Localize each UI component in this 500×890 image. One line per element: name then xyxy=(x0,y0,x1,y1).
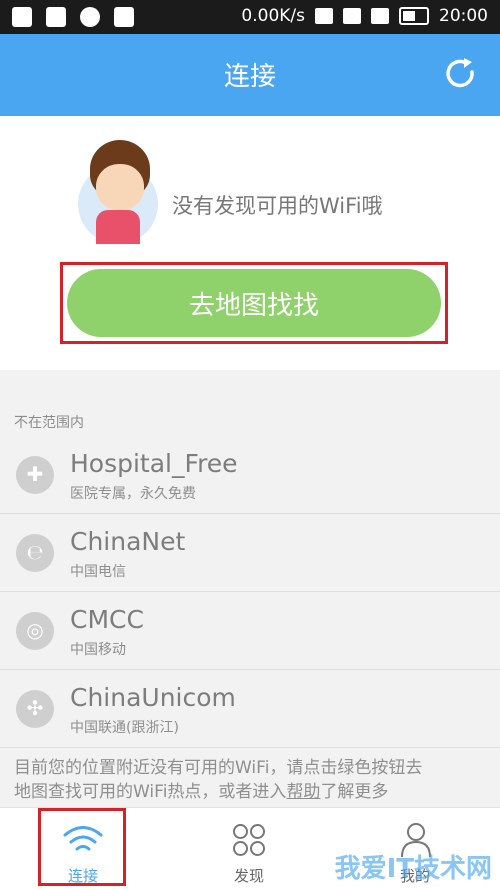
app-header: 连接 xyxy=(0,34,500,116)
cmcc-icon: ◎ xyxy=(16,612,54,650)
network-list: ✚ Hospital_Free 医院专属，永久免费 ℮ ChinaNet 中国电… xyxy=(0,436,500,748)
cell-signal-icon xyxy=(371,8,389,24)
refresh-icon[interactable] xyxy=(442,56,478,92)
battery-icon xyxy=(399,7,429,25)
tab-discover[interactable]: 发现 xyxy=(166,808,332,890)
wifi-status-icon xyxy=(343,8,361,24)
find-on-map-button[interactable]: 去地图找找 xyxy=(67,269,441,337)
confused-girl-illustration xyxy=(78,140,158,244)
network-desc: 中国联通(跟浙江) xyxy=(70,720,179,736)
info-text: 目前您的位置附近没有可用的WiFi，请点击绿色按钮去 地图查找可用的WiFi热点… xyxy=(14,756,490,804)
list-item[interactable]: ℮ ChinaNet 中国电信 xyxy=(0,514,500,592)
clock: 20:00 xyxy=(439,6,488,26)
chinanet-icon: ℮ xyxy=(16,534,54,572)
network-speed: 0.00K/s xyxy=(241,6,305,26)
status-bar: 0.00K/s 20:00 xyxy=(0,0,500,34)
watermark: 我爱IT技术网 xyxy=(334,854,492,884)
network-desc: 中国移动 xyxy=(70,642,126,658)
list-item[interactable]: ✚ Hospital_Free 医院专属，永久免费 xyxy=(0,436,500,514)
page-title: 连接 xyxy=(223,62,276,92)
chinaunicom-icon: ✣ xyxy=(16,690,54,728)
network-name: ChinaNet xyxy=(70,527,186,556)
download-icon xyxy=(114,7,134,27)
network-desc: 医院专属，永久免费 xyxy=(70,486,196,502)
grid-icon xyxy=(233,824,265,856)
highlight-box: 去地图找找 xyxy=(60,262,448,344)
network-name: Hospital_Free xyxy=(70,449,238,478)
gallery-icon xyxy=(12,7,32,27)
out-of-range-label: 不在范围内 xyxy=(14,415,84,431)
help-link[interactable]: 帮助 xyxy=(286,782,320,802)
no-wifi-message: 没有发现可用的WiFi哦 xyxy=(172,194,383,218)
info-line-2: 地图查找可用的WiFi热点，或者进入 xyxy=(14,782,287,802)
status-icons-left xyxy=(12,7,134,27)
hospital-icon: ✚ xyxy=(16,456,54,494)
network-name: ChinaUnicom xyxy=(70,683,236,712)
network-name: CMCC xyxy=(70,605,144,634)
list-item[interactable]: ◎ CMCC 中国移动 xyxy=(0,592,500,670)
qr-icon xyxy=(46,7,66,27)
network-desc: 中国电信 xyxy=(70,564,126,580)
info-line-2-end: 了解更多 xyxy=(320,782,389,802)
status-icons-right: 0.00K/s 20:00 xyxy=(241,6,488,26)
empty-state-card: 没有发现可用的WiFi哦 去地图找找 xyxy=(0,116,500,370)
tab-highlight-box xyxy=(38,808,126,886)
signal-icon xyxy=(80,7,100,27)
info-line-1: 目前您的位置附近没有可用的WiFi，请点击绿色按钮去 xyxy=(14,758,423,778)
list-item[interactable]: ✣ ChinaUnicom 中国联通(跟浙江) xyxy=(0,670,500,748)
tab-discover-label: 发现 xyxy=(233,867,264,885)
alarm-icon xyxy=(315,8,333,24)
